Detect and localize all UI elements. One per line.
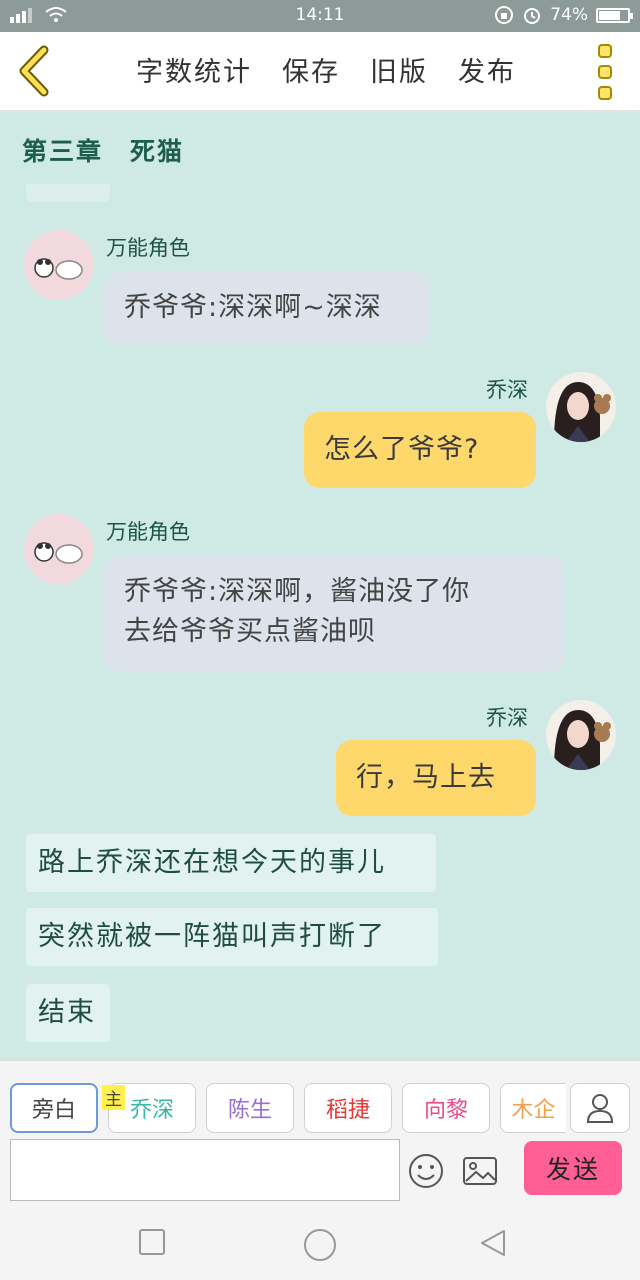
- role-chip-chensheng[interactable]: 陈生: [206, 1083, 294, 1133]
- role-chip-muqi[interactable]: 木企: [500, 1083, 566, 1133]
- more-menu-icon[interactable]: [598, 44, 616, 100]
- battery-icon: [596, 7, 633, 23]
- message-bubble[interactable]: 怎么了爷爷?: [304, 412, 536, 488]
- message-bubble[interactable]: 乔爷爷:深深啊~深深: [104, 272, 430, 344]
- role-label: 陈生: [227, 1098, 272, 1123]
- previous-message-fragment: [26, 184, 110, 202]
- narration-line[interactable]: 结束: [26, 984, 110, 1042]
- lock-rotation-icon: [495, 6, 514, 24]
- alarm-icon: [524, 8, 541, 24]
- status-bar: 14:11 74%: [0, 0, 640, 32]
- sender-name: 万能角色: [106, 236, 190, 260]
- user-icon: [586, 1094, 614, 1123]
- role-label: 乔深: [129, 1098, 174, 1123]
- role-chip-daojie[interactable]: 稻捷: [304, 1083, 392, 1133]
- role-label: 向黎: [423, 1098, 468, 1123]
- role-label: 旁白: [31, 1098, 76, 1123]
- avatar-universal-role[interactable]: [24, 514, 94, 584]
- avatar-qiaoshen[interactable]: [546, 372, 616, 442]
- message-line: 去给爷爷买点酱油呗: [124, 616, 376, 647]
- role-label: 稻捷: [325, 1098, 370, 1123]
- add-role-button[interactable]: [570, 1083, 630, 1133]
- image-icon[interactable]: [462, 1153, 498, 1189]
- master-badge: 主: [102, 1085, 125, 1110]
- old-version-button[interactable]: 旧版: [370, 50, 428, 89]
- role-chip-xiangli[interactable]: 向黎: [402, 1083, 490, 1133]
- avatar-universal-role[interactable]: [24, 230, 94, 300]
- back-icon[interactable]: [14, 44, 54, 98]
- narration-line[interactable]: 路上乔深还在想今天的事儿: [26, 834, 436, 892]
- battery-percent: 74%: [550, 5, 588, 25]
- system-navigation-bar: [0, 1210, 640, 1280]
- role-label: 木企: [511, 1098, 556, 1123]
- composer-panel: 旁白 乔深 主 陈生 稻捷 向黎 木企 发送: [0, 1060, 640, 1211]
- save-button[interactable]: 保存: [282, 50, 340, 89]
- message-bubble[interactable]: 行，马上去: [336, 740, 536, 816]
- publish-button[interactable]: 发布: [458, 50, 516, 89]
- sender-name: 万能角色: [106, 520, 190, 544]
- back-nav-icon[interactable]: [478, 1228, 508, 1258]
- recent-apps-icon[interactable]: [138, 1228, 166, 1256]
- chapter-title: 第三章 死猫: [22, 137, 185, 166]
- message-line: 乔爷爷:深深啊，酱油没了你: [124, 576, 471, 607]
- emoji-icon[interactable]: [408, 1153, 444, 1189]
- message-input[interactable]: [10, 1139, 400, 1201]
- avatar-qiaoshen[interactable]: [546, 700, 616, 770]
- word-count-button[interactable]: 字数统计: [136, 50, 252, 89]
- home-icon[interactable]: [303, 1228, 337, 1262]
- sender-name: 乔深: [486, 378, 528, 402]
- narration-line[interactable]: 突然就被一阵猫叫声打断了: [26, 908, 438, 966]
- sender-name: 乔深: [486, 706, 528, 730]
- editor-toolbar: 字数统计 保存 旧版 发布: [0, 32, 640, 111]
- send-button[interactable]: 发送: [524, 1141, 622, 1195]
- message-bubble[interactable]: 乔爷爷:深深啊，酱油没了你 去给爷爷买点酱油呗: [104, 556, 564, 672]
- role-chip-narrator[interactable]: 旁白: [10, 1083, 98, 1133]
